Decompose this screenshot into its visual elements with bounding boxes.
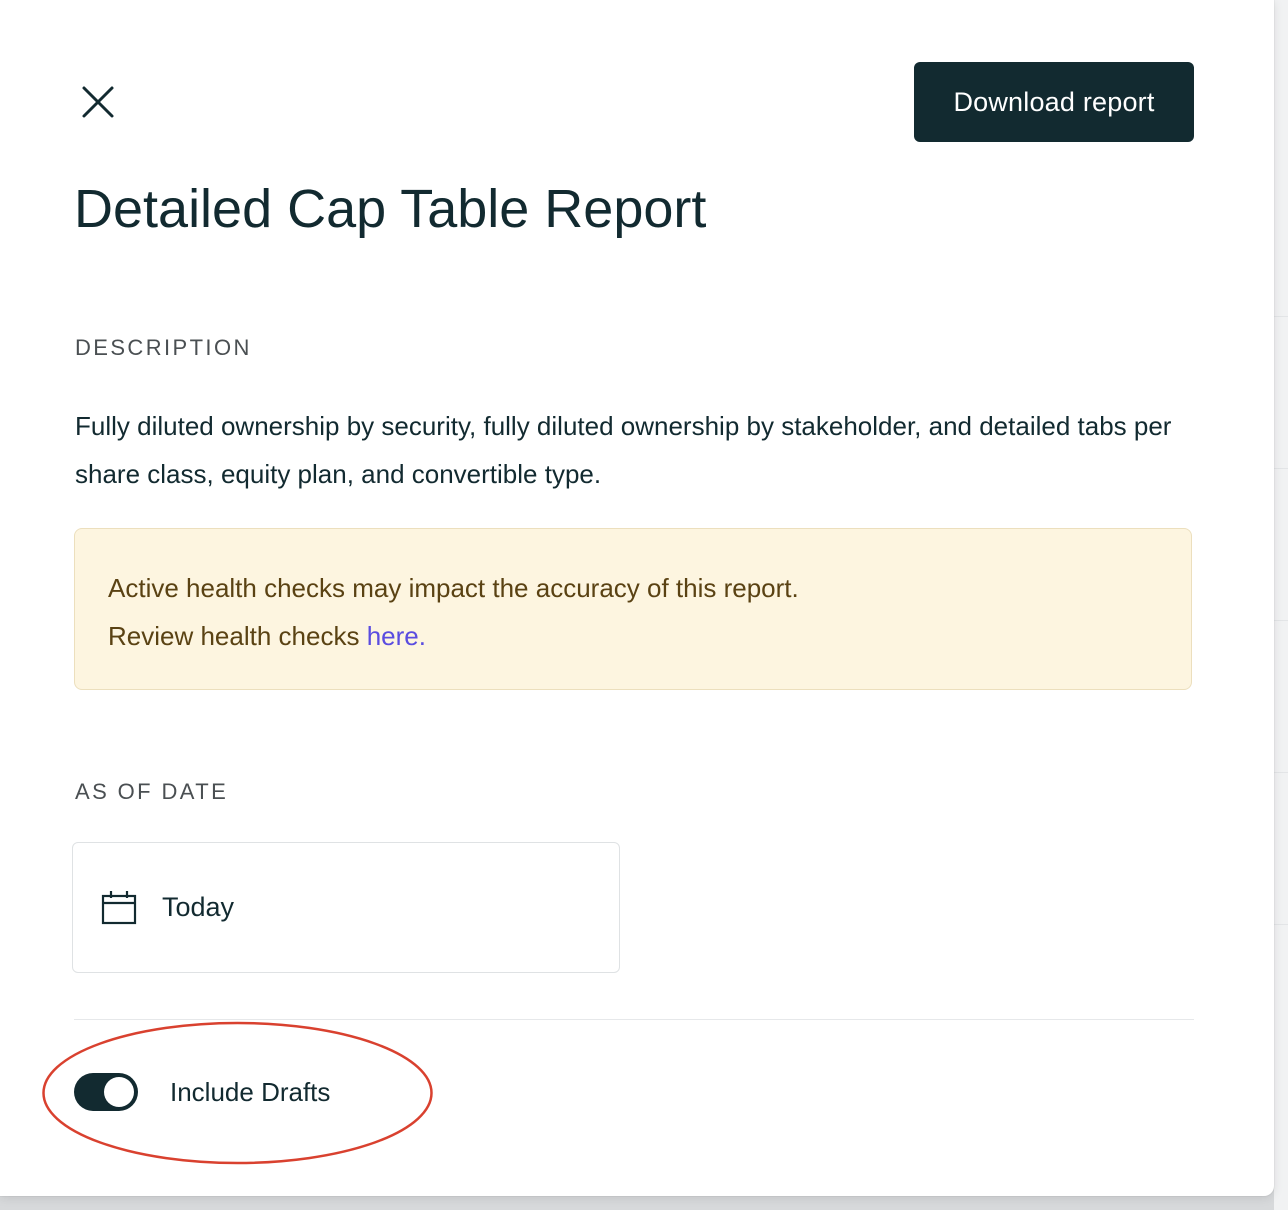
health-checks-link[interactable]: here.	[367, 621, 426, 651]
date-value: Today	[162, 892, 235, 922]
close-icon	[82, 86, 114, 118]
toggle-knob	[104, 1077, 134, 1107]
download-report-button[interactable]: Download report	[914, 62, 1194, 142]
close-button[interactable]	[80, 84, 116, 120]
health-check-alert: Active health checks may impact the accu…	[74, 528, 1192, 690]
calendar-icon	[100, 889, 138, 927]
background-divider	[1274, 468, 1288, 469]
alert-review-line: Review health checks here.	[108, 612, 1191, 660]
background-divider	[1274, 620, 1288, 621]
page-title: Detailed Cap Table Report	[74, 179, 707, 239]
include-drafts-toggle[interactable]	[74, 1073, 138, 1111]
description-label: DESCRIPTION	[75, 335, 252, 360]
description-text: Fully diluted ownership by security, ful…	[75, 411, 1172, 489]
background-page	[1274, 0, 1288, 1210]
as-of-date-picker[interactable]: Today	[72, 842, 620, 973]
include-drafts-row: Include Drafts	[74, 1072, 330, 1112]
background-divider	[1274, 772, 1288, 773]
divider	[74, 1019, 1194, 1020]
include-drafts-label: Include Drafts	[170, 1076, 331, 1107]
as-of-date-label: AS OF DATE	[75, 779, 229, 804]
report-drawer: Download report Detailed Cap Table Repor…	[0, 0, 1274, 1196]
background-divider	[1274, 924, 1288, 925]
alert-message: Active health checks may impact the accu…	[108, 573, 799, 603]
background-divider	[1274, 316, 1288, 317]
alert-review-text: Review health checks	[108, 621, 360, 651]
